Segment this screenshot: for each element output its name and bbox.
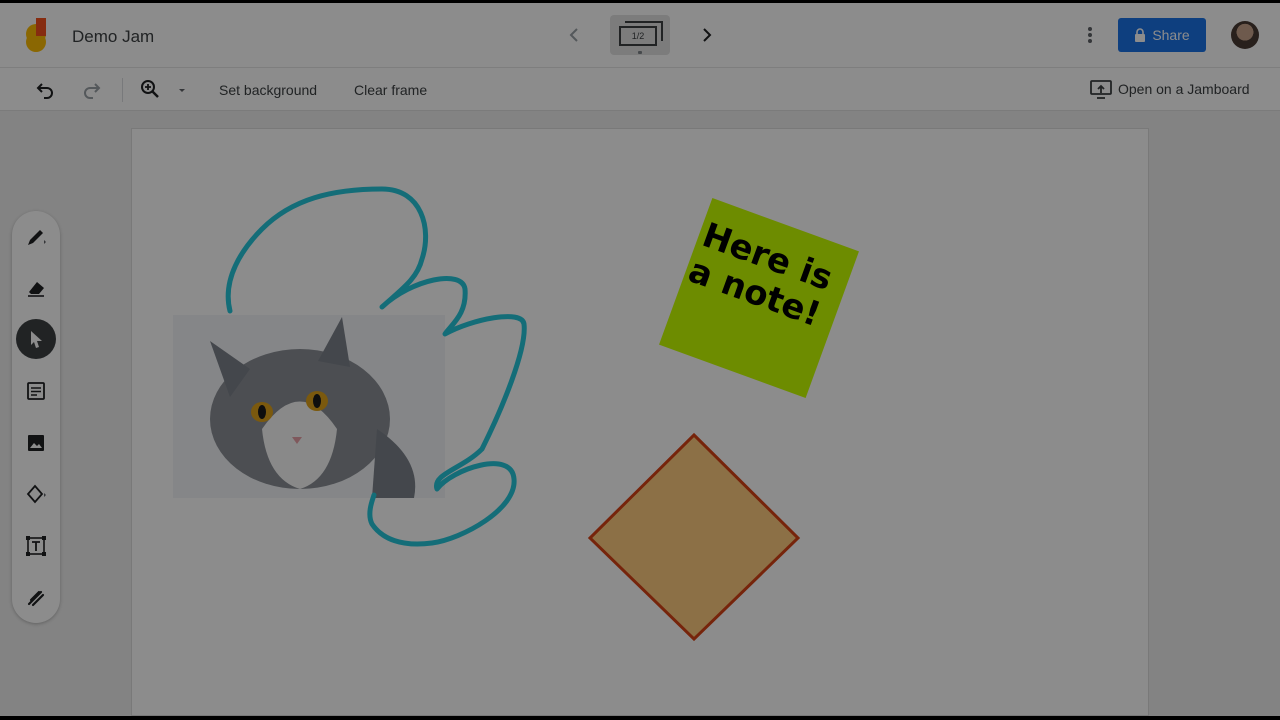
lock-icon <box>1135 28 1146 42</box>
set-background-button[interactable]: Set background <box>219 82 317 98</box>
sticky-note-tool[interactable] <box>16 371 56 411</box>
toolbar: Set background Clear frame Open on a Jam… <box>0 68 1280 111</box>
chevron-left-icon[interactable] <box>562 23 586 47</box>
undo-icon[interactable] <box>33 77 57 101</box>
shape-tool[interactable] <box>16 474 56 514</box>
cat-image[interactable] <box>173 315 445 498</box>
pen-icon <box>28 230 46 245</box>
frame-bar-button[interactable]: 1/2 <box>610 15 670 55</box>
cursor-icon <box>31 331 42 348</box>
tool-rail <box>12 211 60 623</box>
text-box-tool[interactable] <box>16 526 56 566</box>
jamboard-app: Demo Jam 1/2 Share Set background Clear … <box>0 3 1280 716</box>
open-on-jamboard-label: Open on a Jamboard <box>1118 81 1250 97</box>
share-button[interactable]: Share <box>1118 18 1206 52</box>
note-icon <box>27 382 45 400</box>
redo-icon[interactable] <box>80 77 104 101</box>
share-label: Share <box>1152 27 1190 43</box>
document-title[interactable]: Demo Jam <box>72 27 154 47</box>
diamond-icon <box>26 484 46 504</box>
pen-tool[interactable] <box>16 217 56 257</box>
laser-icon <box>27 590 45 607</box>
image-icon <box>28 435 44 451</box>
open-on-jamboard-button[interactable]: Open on a Jamboard <box>1090 77 1250 101</box>
zoom-icon[interactable] <box>138 77 162 101</box>
zoom-dropdown-icon[interactable] <box>172 77 192 101</box>
app-header: Demo Jam 1/2 Share <box>0 3 1280 68</box>
eraser-tool[interactable] <box>16 268 56 308</box>
toolbar-divider <box>122 78 123 102</box>
canvas-drawing-layer <box>173 186 859 642</box>
image-tool[interactable] <box>16 423 56 463</box>
chevron-right-icon[interactable] <box>695 23 719 47</box>
user-avatar[interactable] <box>1231 21 1259 49</box>
eraser-icon <box>28 282 44 297</box>
more-vert-icon[interactable] <box>1078 23 1102 47</box>
clear-frame-button[interactable]: Clear frame <box>354 82 427 98</box>
jamboard-logo-icon <box>26 18 46 52</box>
laser-tool[interactable] <box>16 577 56 617</box>
cast-to-device-icon <box>1090 80 1112 99</box>
jam-canvas[interactable]: Here is a note! <box>131 128 1149 716</box>
frame-counter: 1/2 <box>619 26 657 46</box>
diamond-shape[interactable] <box>587 432 801 642</box>
text-box-icon <box>26 536 46 556</box>
select-tool[interactable] <box>16 319 56 359</box>
frame-indicator <box>638 51 642 54</box>
